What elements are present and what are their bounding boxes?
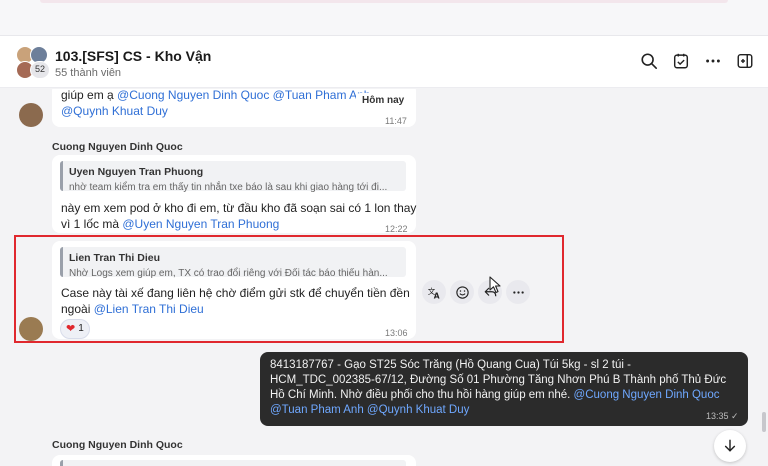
search-icon[interactable] bbox=[638, 50, 660, 72]
quoted-text: nhờ team kiểm tra em thấy tin nhắn txe b… bbox=[69, 182, 388, 193]
group-avatar[interactable]: 52 bbox=[16, 46, 50, 80]
mouse-cursor-icon bbox=[489, 276, 501, 294]
mention-link[interactable]: @Cuong Nguyen Dinh Quoc bbox=[117, 89, 269, 102]
group-title[interactable]: 103.[SFS] CS - Kho Vận bbox=[55, 48, 211, 64]
sender-name[interactable]: Cuong Nguyen Dinh Quoc bbox=[52, 439, 183, 451]
translate-icon[interactable]: 文A bbox=[422, 280, 446, 304]
message-text: vì 1 lốc mà bbox=[61, 217, 123, 231]
message-text: này em xem pod ở kho đi em, từ đầu kho đ… bbox=[61, 201, 417, 215]
mention-link[interactable]: @Quynh Khuat Duy bbox=[367, 404, 469, 416]
message-bubble[interactable] bbox=[52, 455, 416, 466]
day-separator: Hôm nay bbox=[356, 93, 411, 108]
message-time: 11:47 bbox=[385, 116, 407, 126]
member-count-badge: 52 bbox=[30, 61, 50, 79]
scrollbar-thumb[interactable] bbox=[762, 412, 766, 432]
sidebar-toggle-icon[interactable] bbox=[734, 50, 756, 72]
outgoing-message-bubble[interactable]: 8413187767 - Gạo ST25 Sóc Trăng (Hồ Quan… bbox=[260, 352, 748, 426]
message-list[interactable]: giúp em ạ @Cuong Nguyen Dinh Quoc @Tuan … bbox=[0, 89, 768, 466]
message-time: 13:35 ✓ bbox=[706, 411, 739, 421]
more-icon[interactable] bbox=[702, 50, 724, 72]
emoji-icon[interactable] bbox=[450, 280, 474, 304]
quoted-sender: Uyen Nguyen Tran Phuong bbox=[69, 166, 204, 178]
top-accent-line bbox=[40, 0, 728, 3]
mention-link[interactable]: @Uyen Nguyen Tran Phuong bbox=[122, 217, 279, 231]
message-actions: 文A bbox=[422, 280, 530, 304]
quoted-message[interactable] bbox=[60, 460, 406, 466]
member-count[interactable]: 55 thành viên bbox=[55, 67, 121, 79]
sender-avatar[interactable] bbox=[19, 103, 43, 127]
chat-header: 52 103.[SFS] CS - Kho Vận 55 thành viên bbox=[0, 36, 768, 88]
mention-link[interactable]: @Cuong Nguyen Dinh Quoc bbox=[574, 389, 720, 401]
message-text: giúp em ạ bbox=[61, 89, 118, 102]
todo-check-icon[interactable] bbox=[670, 50, 692, 72]
scroll-to-bottom-button[interactable] bbox=[714, 430, 746, 462]
svg-text:A: A bbox=[433, 291, 439, 300]
quoted-message[interactable]: Uyen Nguyen Tran Phuong nhờ team kiểm tr… bbox=[60, 161, 406, 193]
sender-name[interactable]: Cuong Nguyen Dinh Quoc bbox=[52, 141, 183, 153]
mention-link[interactable]: @Quynh Khuat Duy bbox=[61, 104, 168, 118]
mention-link[interactable]: @Tuan Pham Anh bbox=[270, 404, 364, 416]
top-strip bbox=[0, 0, 768, 36]
more-icon[interactable] bbox=[506, 280, 530, 304]
arrow-down-icon bbox=[724, 439, 736, 452]
message-bubble[interactable]: Uyen Nguyen Tran Phuong nhờ team kiểm tr… bbox=[52, 155, 417, 234]
